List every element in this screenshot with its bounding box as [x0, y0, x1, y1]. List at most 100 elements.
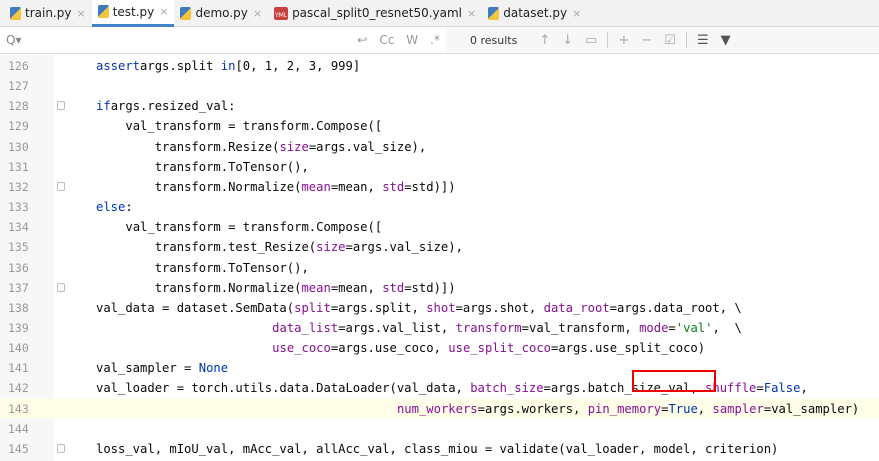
- fold-marker-icon[interactable]: [57, 282, 65, 292]
- prev-occurrence-icon[interactable]: ↑: [539, 33, 550, 48]
- search-input[interactable]: Q▾ ↩ Cc W .*: [0, 27, 446, 53]
- tab-test-py[interactable]: test.py ×: [91, 0, 175, 27]
- fold-marker-icon[interactable]: [57, 443, 65, 453]
- close-icon[interactable]: ×: [253, 7, 262, 20]
- tab-pascal_split0_resnet50-yaml[interactable]: YML pascal_split0_resnet50.yaml ×: [268, 0, 482, 27]
- code-token: :: [125, 200, 133, 215]
- code-token: transform.Normalize(: [154, 280, 302, 295]
- line-number: 126: [8, 59, 29, 73]
- code-token: batch_size: [470, 381, 544, 396]
- code-token: split: [294, 300, 331, 315]
- code-text: assertargs.split in[0, 1, 2, 3, 999]: [96, 56, 360, 76]
- code-line[interactable]: 140 use_coco=args.use_coco, use_split_coc…: [0, 338, 879, 358]
- line-number: 131: [8, 159, 29, 174]
- close-icon[interactable]: ×: [467, 7, 476, 20]
- code-token: =: [756, 381, 764, 396]
- code-line[interactable]: 136 transform.ToTensor(),: [0, 258, 879, 278]
- code-token: transform.Resize(: [154, 139, 280, 154]
- code-line[interactable]: 143 num_workers=args.workers, pin_memory=…: [0, 398, 879, 419]
- line-number: 133: [8, 200, 29, 215]
- code-token: mean: [301, 179, 331, 194]
- code-token: =std)]): [404, 179, 456, 194]
- code-line[interactable]: 134 val_transform = transform.Compose([: [0, 217, 879, 237]
- line-number: 141: [8, 361, 29, 376]
- code-line[interactable]: 137 transform.Normalize(mean=mean, std=st…: [0, 278, 879, 298]
- code-line[interactable]: 144: [0, 419, 879, 439]
- line-number: 130: [8, 139, 29, 154]
- code-line[interactable]: 142 val_loader = torch.utils.data.DataLoa…: [0, 378, 879, 398]
- code-token: =args.val_list,: [338, 320, 456, 335]
- code-line[interactable]: 132 transform.Normalize(mean=mean, std=st…: [0, 177, 879, 197]
- python-file-icon: [488, 6, 500, 20]
- code-token: std: [382, 179, 405, 194]
- search-icon[interactable]: Q▾: [6, 33, 21, 47]
- code-token: val_data = dataset.SemData(: [96, 300, 295, 315]
- code-line[interactable]: 133 else:: [0, 197, 879, 217]
- code-line[interactable]: 139 data_list=args.val_list, transform=va…: [0, 318, 879, 338]
- code-token: args.split: [140, 59, 221, 73]
- code-token: False: [763, 381, 801, 396]
- code-line[interactable]: 138 val_data = dataset.SemData(split=args…: [0, 298, 879, 318]
- code-token: =mean,: [330, 280, 383, 295]
- code-line[interactable]: 130 transform.Resize(size=args.val_size),: [0, 137, 879, 157]
- code-token: ,: [697, 401, 713, 416]
- tab-label: train.py: [25, 6, 72, 20]
- code-token: transform.test_Resize(: [154, 240, 317, 255]
- code-line[interactable]: 128 ifargs.resized_val:: [0, 96, 879, 116]
- words-button[interactable]: W: [406, 33, 418, 47]
- code-line[interactable]: 127: [0, 76, 879, 96]
- line-number: 132: [8, 179, 29, 194]
- code-token: num_workers: [396, 401, 478, 416]
- code-line[interactable]: 135 transform.test_Resize(size=args.val_s…: [0, 237, 879, 257]
- close-icon[interactable]: ×: [159, 5, 168, 18]
- code-token: =args.use_coco,: [330, 341, 449, 356]
- python-file-icon: [97, 5, 109, 18]
- code-text: else:: [96, 197, 133, 217]
- code-token: if: [96, 99, 111, 114]
- newline-icon[interactable]: ↩: [357, 33, 367, 47]
- add-occurrence-icon[interactable]: +: [618, 33, 629, 48]
- code-token: None: [198, 361, 229, 376]
- close-icon[interactable]: ×: [572, 7, 581, 20]
- code-token: in: [220, 59, 236, 73]
- match-case-button[interactable]: Cc: [379, 33, 394, 47]
- code-token: std: [382, 280, 405, 295]
- code-line[interactable]: 131 transform.ToTensor(),: [0, 157, 879, 177]
- tab-label: pascal_split0_resnet50.yaml: [292, 6, 463, 20]
- fold-marker-icon[interactable]: [57, 101, 65, 111]
- code-token: mode: [639, 320, 669, 335]
- code-line[interactable]: 126 assertargs.split in[0, 1, 2, 3, 999]: [0, 56, 879, 76]
- line-number: 135: [8, 240, 29, 255]
- code-line[interactable]: 145 loss_val, mIoU_val, mAcc_val, allAcc_…: [0, 439, 879, 459]
- code-text: transform.test_Resize(size=args.val_size…: [155, 237, 463, 257]
- fold-marker-icon[interactable]: [57, 181, 65, 191]
- options-icon[interactable]: ☰: [697, 33, 709, 48]
- find-bar: Q▾ ↩ Cc W .* 0 results ↑ ↓ ▭ + − ☑ ☰ ▼: [0, 27, 879, 54]
- code-token: =args.data_root, \: [609, 300, 742, 315]
- tab-dataset-py[interactable]: dataset.py ×: [482, 0, 587, 27]
- tab-train-py[interactable]: train.py ×: [4, 0, 92, 27]
- code-token: shot: [426, 300, 456, 315]
- regex-button[interactable]: .*: [430, 33, 440, 47]
- code-text: val_data = dataset.SemData(split=args.sp…: [96, 298, 742, 318]
- code-token: True: [668, 401, 698, 416]
- line-number: 136: [8, 260, 29, 275]
- remove-occurrence-icon[interactable]: −: [641, 33, 652, 48]
- code-line[interactable]: 129 val_transform = transform.Compose([: [0, 116, 879, 136]
- code-text: transform.ToTensor(),: [155, 258, 309, 278]
- filter-icon[interactable]: ▼: [721, 33, 731, 48]
- code-token: data_list: [272, 320, 339, 335]
- close-icon[interactable]: ×: [76, 7, 85, 20]
- tab-label: test.py: [112, 4, 155, 19]
- code-line[interactable]: 141 val_sampler = None: [0, 358, 879, 378]
- toggle-occurrence-icon[interactable]: ☑: [664, 33, 676, 48]
- code-token: =std)]): [404, 280, 456, 295]
- code-token: val_sampler =: [96, 361, 199, 376]
- code-token: loss_val, mIoU_val, mAcc_val, allAcc_val…: [96, 441, 779, 456]
- code-text: data_list=args.val_list, transform=val_t…: [272, 318, 742, 338]
- code-editor[interactable]: 126 assertargs.split in[0, 1, 2, 3, 999] 1…: [0, 55, 879, 461]
- select-all-icon[interactable]: ▭: [585, 33, 597, 48]
- next-occurrence-icon[interactable]: ↓: [562, 33, 573, 48]
- python-file-icon: [180, 6, 192, 20]
- tab-demo-py[interactable]: demo.py ×: [174, 0, 268, 27]
